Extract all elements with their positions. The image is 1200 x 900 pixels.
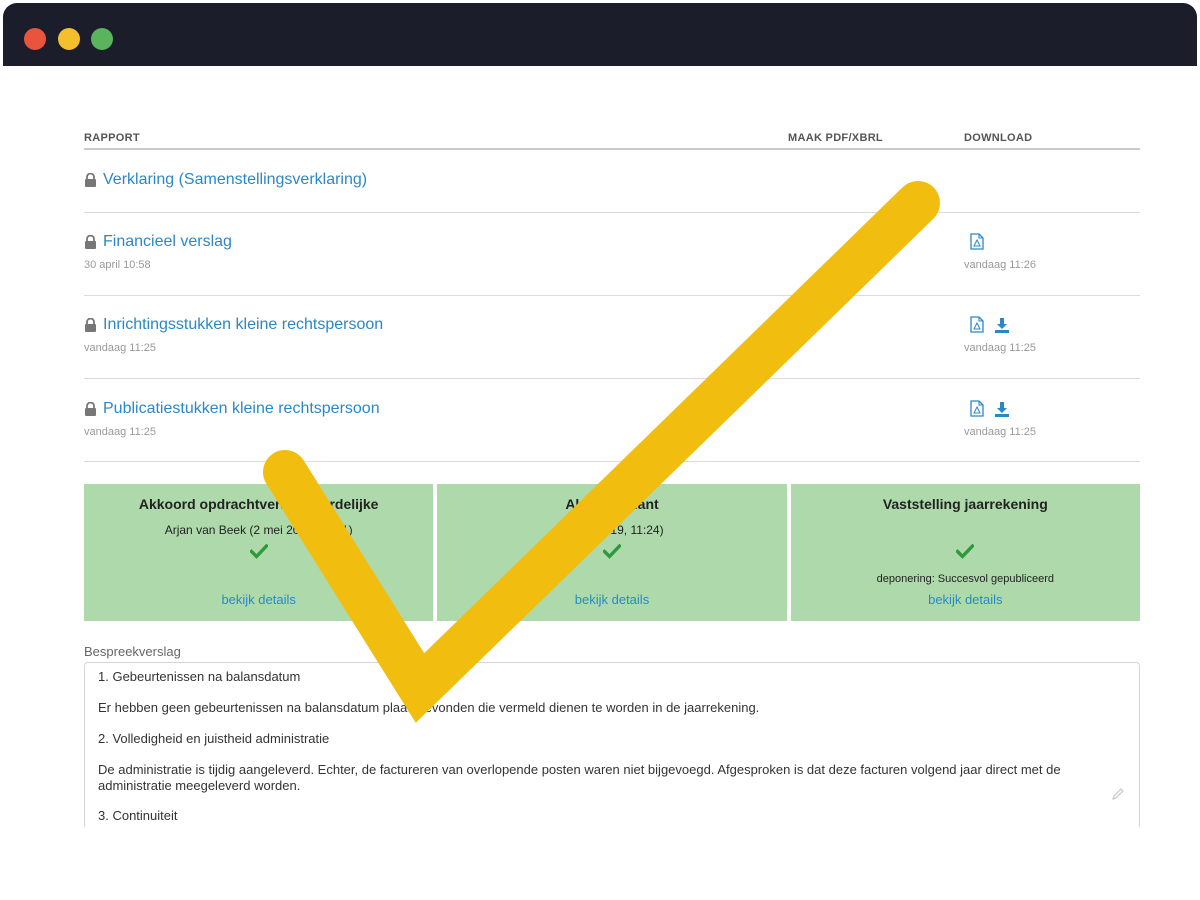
bespreekverslag-label: Bespreekverslag bbox=[84, 644, 181, 659]
status-note: deponering: Succesvol gepubliceerd bbox=[876, 573, 1054, 585]
report-date: vandaag 11:25 bbox=[84, 426, 156, 438]
report-link-financieel-verslag[interactable]: Financieel verslag bbox=[84, 233, 232, 251]
status-title: Vaststelling jaarrekening bbox=[882, 496, 1048, 512]
status-subtitle: (2 mei 2019, 11:24) bbox=[560, 523, 664, 537]
download-date: vandaag 11:25 bbox=[964, 342, 1036, 354]
status-check bbox=[791, 544, 1140, 559]
pdf-file-icon[interactable] bbox=[970, 316, 984, 333]
report-date: 30 april 10:58 bbox=[84, 259, 151, 271]
download-icon[interactable] bbox=[994, 401, 1010, 417]
report-row: Verklaring (Samenstellingsverklaring) bbox=[84, 152, 1140, 213]
close-window-button[interactable] bbox=[24, 28, 46, 50]
download-icon[interactable] bbox=[994, 317, 1010, 333]
lock-icon bbox=[85, 318, 96, 332]
header-maak-pdf-xbrl: MAAK PDF/XBRL bbox=[788, 132, 883, 144]
bespreekverslag-paragraph: De administratie is tijdig aangeleverd. … bbox=[98, 762, 1061, 793]
lock-icon bbox=[85, 235, 96, 249]
pencil-icon bbox=[1112, 788, 1124, 800]
download-icons bbox=[970, 233, 984, 250]
pdf-file-icon[interactable] bbox=[970, 233, 984, 250]
report-link-inrichtingsstukken[interactable]: Inrichtingsstukken kleine rechtspersoon bbox=[84, 316, 383, 334]
report-link-verklaring[interactable]: Verklaring (Samenstellingsverklaring) bbox=[84, 171, 367, 189]
bespreekverslag-textarea[interactable]: 1. Gebeurtenissen na balansdatum Er hebb… bbox=[84, 662, 1140, 827]
lock-icon bbox=[85, 173, 96, 187]
bespreekverslag-paragraph: 3. Continuiteit bbox=[98, 808, 178, 823]
status-title: Akkoord klant bbox=[565, 496, 659, 512]
minimize-window-button[interactable] bbox=[58, 28, 80, 50]
bespreekverslag-paragraph: Er hebben geen gebeurtenissen na balansd… bbox=[98, 700, 760, 715]
check-icon bbox=[249, 544, 268, 559]
report-row: Inrichtingsstukken kleine rechtspersoon … bbox=[84, 296, 1140, 379]
maximize-window-button[interactable] bbox=[91, 28, 113, 50]
report-row: Publicatiestukken kleine rechtspersoon v… bbox=[84, 379, 1140, 462]
header-rapport: RAPPORT bbox=[84, 132, 140, 144]
pdf-file-icon[interactable] bbox=[970, 400, 984, 417]
bekijk-details-link[interactable]: bekijk details bbox=[84, 592, 433, 607]
status-check bbox=[84, 544, 433, 559]
status-box-akkoord-opdrachtverantwoordelijke: Akkoord opdrachtverantwoordelijke Arjan … bbox=[84, 484, 434, 621]
download-icons bbox=[970, 400, 1010, 417]
report-title: Inrichtingsstukken kleine rechtspersoon bbox=[103, 316, 384, 333]
status-box-vaststelling-jaarrekening: Vaststelling jaarrekening deponering: Su… bbox=[790, 484, 1140, 621]
report-date: vandaag 11:25 bbox=[84, 342, 156, 354]
download-icons bbox=[970, 316, 1010, 333]
window-titlebar bbox=[3, 3, 1197, 66]
report-title: Financieel verslag bbox=[103, 233, 232, 250]
check-icon bbox=[956, 544, 975, 559]
header-download: DOWNLOAD bbox=[964, 132, 1033, 144]
report-title: Publicatiestukken kleine rechtspersoon bbox=[103, 400, 380, 417]
table-header: RAPPORT MAAK PDF/XBRL DOWNLOAD bbox=[84, 132, 1140, 150]
download-date: vandaag 11:25 bbox=[964, 426, 1036, 438]
status-subtitle: Arjan van Beek (2 mei 2019, 11:21) bbox=[164, 523, 353, 537]
bekijk-details-link[interactable]: bekijk details bbox=[437, 592, 786, 607]
report-row: Financieel verslag 30 april 10:58 vandaa… bbox=[84, 213, 1140, 296]
status-title: Akkoord opdrachtverantwoordelijke bbox=[138, 496, 379, 512]
status-box-akkoord-klant: Akkoord klant (2 mei 2019, 11:24) bekijk… bbox=[437, 484, 787, 621]
report-panel: RAPPORT MAAK PDF/XBRL DOWNLOAD Verklarin… bbox=[84, 66, 1140, 900]
bekijk-details-link[interactable]: bekijk details bbox=[791, 592, 1140, 607]
download-date: vandaag 11:26 bbox=[964, 259, 1036, 271]
approval-status-boxes: Akkoord opdrachtverantwoordelijke Arjan … bbox=[84, 484, 1140, 621]
check-icon bbox=[602, 544, 621, 559]
lock-icon bbox=[85, 402, 96, 416]
report-title: Verklaring (Samenstellingsverklaring) bbox=[103, 171, 368, 188]
report-link-publicatiestukken[interactable]: Publicatiestukken kleine rechtspersoon bbox=[84, 400, 380, 418]
bespreekverslag-paragraph: 2. Volledigheid en juistheid administrat… bbox=[98, 731, 330, 746]
bespreekverslag-paragraph: 1. Gebeurtenissen na balansdatum bbox=[98, 669, 301, 684]
status-check bbox=[437, 544, 786, 559]
